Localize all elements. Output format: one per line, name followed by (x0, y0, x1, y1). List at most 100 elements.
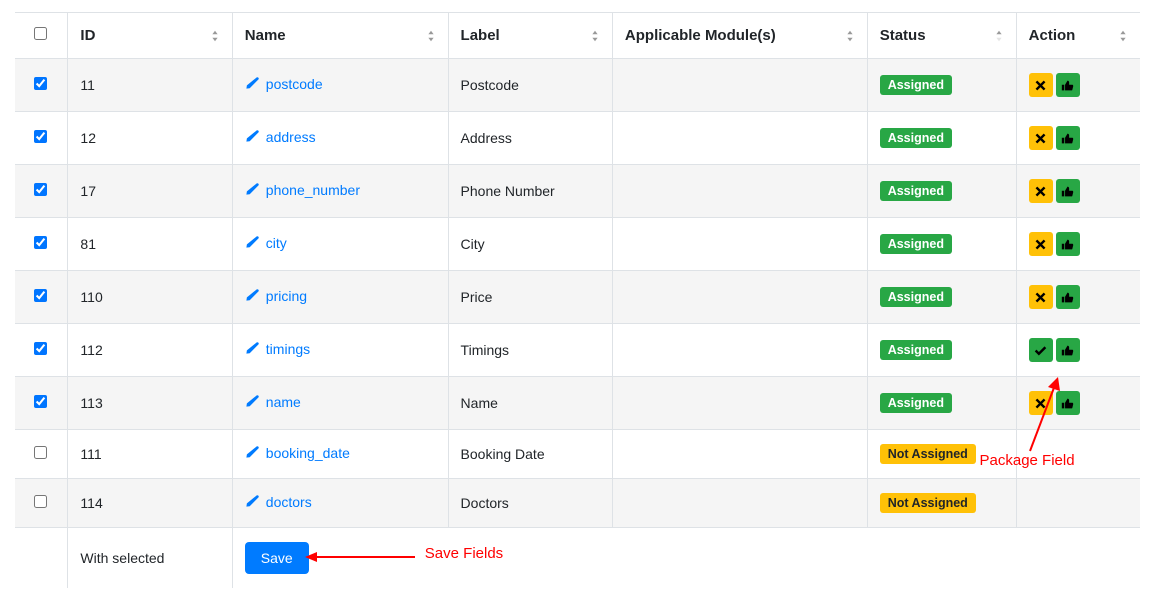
table-row: 12 address Address Assigned (15, 112, 1140, 165)
row-checkbox[interactable] (34, 342, 47, 355)
annotation-save-fields: Save Fields (425, 545, 503, 562)
table-row: 113nameNameAssigned (15, 377, 1140, 430)
edit-name-link[interactable]: pricing (245, 288, 307, 304)
fields-table: ID Name Label Applicable Module(s) Statu… (15, 12, 1140, 588)
remove-action-button[interactable] (1029, 391, 1053, 415)
cell-module (612, 59, 867, 112)
row-checkbox[interactable] (34, 495, 47, 508)
header-status-label: Status (880, 27, 926, 44)
approve-action-button[interactable] (1056, 73, 1080, 97)
cell-id: 12 (68, 112, 232, 165)
edit-name-link[interactable]: postcode (245, 76, 323, 92)
status-badge: Assigned (880, 393, 952, 413)
remove-action-button[interactable] (1029, 126, 1053, 150)
approve-action-button[interactable] (1056, 179, 1080, 203)
cell-id: 11 (68, 59, 232, 112)
header-checkbox (15, 13, 68, 59)
cell-module (612, 112, 867, 165)
name-text: doctors (266, 494, 312, 510)
table-header-row: ID Name Label Applicable Module(s) Statu… (15, 13, 1140, 59)
row-checkbox[interactable] (34, 77, 47, 90)
approve-action-button[interactable] (1056, 126, 1080, 150)
name-text: postcode (266, 76, 323, 92)
edit-name-link[interactable]: phone_number (245, 182, 360, 198)
status-badge: Assigned (880, 287, 952, 307)
sort-icon[interactable] (588, 29, 602, 43)
header-action[interactable]: Action (1016, 13, 1139, 59)
remove-action-button[interactable] (1029, 179, 1053, 203)
edit-icon (245, 494, 260, 509)
cell-id: 17 (68, 165, 232, 218)
header-status[interactable]: Status (867, 13, 1016, 59)
name-text: phone_number (266, 182, 360, 198)
cell-module (612, 479, 867, 528)
remove-action-button[interactable] (1029, 73, 1053, 97)
select-all-checkbox[interactable] (34, 27, 47, 40)
name-text: timings (266, 341, 310, 357)
edit-name-link[interactable]: address (245, 129, 316, 145)
header-name[interactable]: Name (232, 13, 448, 59)
cell-module (612, 218, 867, 271)
header-name-label: Name (245, 27, 286, 44)
sort-icon[interactable] (208, 29, 222, 43)
row-checkbox[interactable] (34, 446, 47, 459)
cell-id: 112 (68, 324, 232, 377)
row-checkbox[interactable] (34, 395, 47, 408)
header-label[interactable]: Label (448, 13, 612, 59)
edit-icon (245, 341, 260, 356)
cell-module (612, 271, 867, 324)
edit-icon (245, 394, 260, 409)
cell-label: Phone Number (448, 165, 612, 218)
cell-label: Name (448, 377, 612, 430)
row-checkbox[interactable] (34, 183, 47, 196)
approve-action-button[interactable] (1056, 232, 1080, 256)
cell-id: 114 (68, 479, 232, 528)
name-text: address (266, 129, 316, 145)
status-badge: Not Assigned (880, 444, 976, 464)
edit-name-link[interactable]: doctors (245, 494, 312, 510)
sort-icon[interactable] (424, 29, 438, 43)
header-action-label: Action (1029, 27, 1076, 44)
approve-action-button[interactable] (1056, 391, 1080, 415)
cell-label: Booking Date (448, 430, 612, 479)
check-action-button[interactable] (1029, 338, 1053, 362)
row-checkbox[interactable] (34, 236, 47, 249)
with-selected-label: With selected (68, 528, 232, 589)
header-id-label: ID (80, 27, 95, 44)
table-row: 111 booking_date Booking Date Not Assigned (15, 430, 1140, 479)
sort-icon[interactable] (843, 29, 857, 43)
header-id[interactable]: ID (68, 13, 232, 59)
table-row: 114doctorsDoctorsNot Assigned (15, 479, 1140, 528)
table-row: 17phone_numberPhone NumberAssigned (15, 165, 1140, 218)
table-row: 11 postcode Postcode Assigned (15, 59, 1140, 112)
edit-name-link[interactable]: city (245, 235, 287, 251)
sort-icon[interactable] (1116, 29, 1130, 43)
remove-action-button[interactable] (1029, 285, 1053, 309)
status-badge: Assigned (880, 128, 952, 148)
cell-label: Address (448, 112, 612, 165)
edit-name-link[interactable]: name (245, 394, 301, 410)
cell-label: Doctors (448, 479, 612, 528)
status-badge: Assigned (880, 234, 952, 254)
name-text: pricing (266, 288, 307, 304)
cell-id: 111 (68, 430, 232, 479)
remove-action-button[interactable] (1029, 232, 1053, 256)
row-checkbox[interactable] (34, 130, 47, 143)
sort-icon[interactable] (992, 29, 1006, 43)
status-badge: Assigned (880, 75, 952, 95)
approve-action-button[interactable] (1056, 285, 1080, 309)
name-text: booking_date (266, 445, 350, 461)
row-checkbox[interactable] (34, 289, 47, 302)
edit-icon (245, 445, 260, 460)
cell-label: Postcode (448, 59, 612, 112)
save-button[interactable]: Save (245, 542, 309, 574)
cell-module (612, 430, 867, 479)
cell-id: 81 (68, 218, 232, 271)
edit-name-link[interactable]: booking_date (245, 445, 350, 461)
edit-name-link[interactable]: timings (245, 341, 310, 357)
table-row: 81cityCityAssigned (15, 218, 1140, 271)
approve-action-button[interactable] (1056, 338, 1080, 362)
status-badge: Assigned (880, 340, 952, 360)
header-module[interactable]: Applicable Module(s) (612, 13, 867, 59)
edit-icon (245, 235, 260, 250)
